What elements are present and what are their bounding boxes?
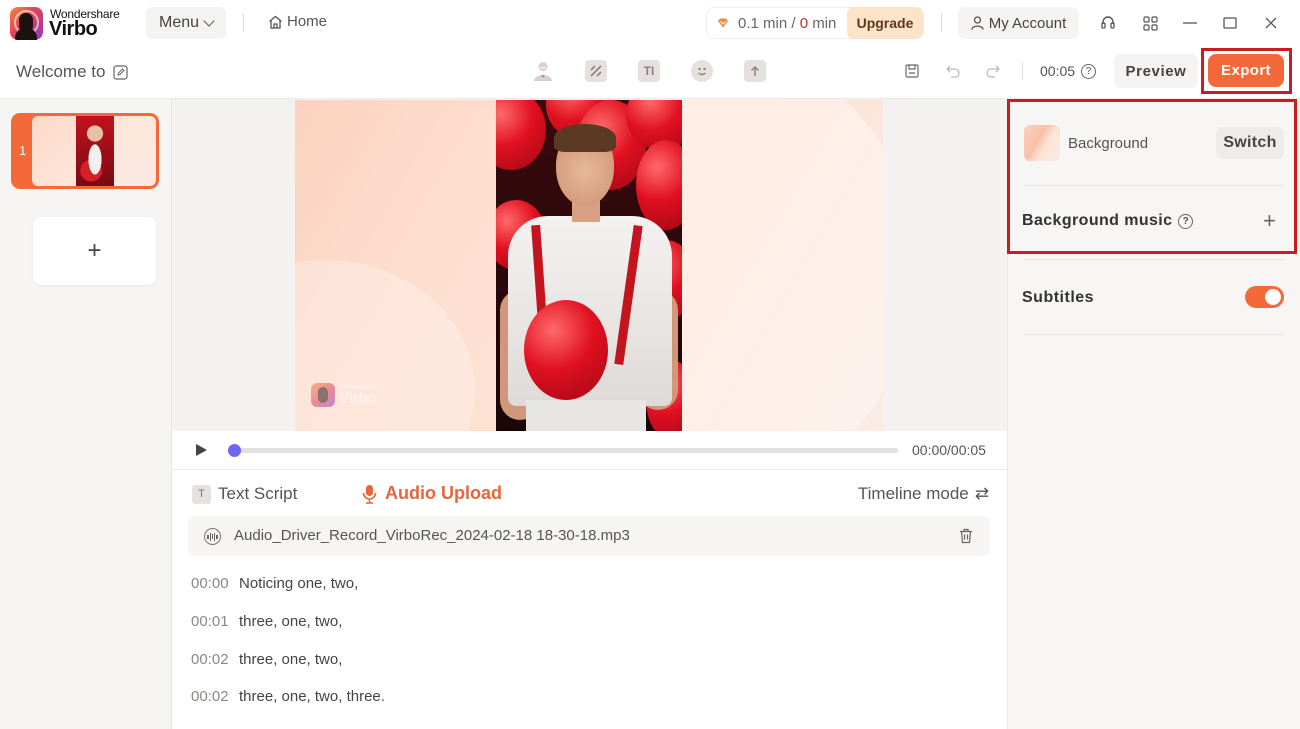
audio-file-name: Audio_Driver_Record_VirboRec_2024-02-18 … [234,527,630,544]
timeline-mode-toggle[interactable]: Timeline mode ⇄ [858,484,989,504]
divider [1024,185,1284,186]
export-button[interactable]: Export [1208,54,1284,87]
slides-panel: 1 + [0,99,172,729]
minimize-icon[interactable] [1180,13,1200,33]
text-icon: T [192,484,211,504]
transcript-text: three, one, two, [239,651,343,668]
usage-text: 0.1 min / 0 min [738,15,837,32]
subtitles-toggle[interactable] [1245,286,1284,308]
project-title[interactable]: Welcome to [16,62,129,82]
slide-preview-image [32,116,156,186]
brand-name: Virbo [49,18,98,40]
add-background-music-button[interactable]: + [1263,210,1276,232]
virbo-logo-icon [10,7,43,40]
divider [941,14,942,32]
divider [1022,62,1023,80]
home-icon [269,15,282,29]
add-slide-button[interactable]: + [33,217,156,285]
transcript-text: Noticing one, two, [239,575,359,592]
chevron-down-icon [203,14,215,27]
user-icon [971,16,984,30]
transcript-line[interactable]: 00:02 three, one, two, three. [191,688,385,705]
script-panel: T Text Script Audio Upload Timeline mode… [172,470,1007,729]
video-canvas[interactable]: Wondershare Virbo [295,100,883,431]
home-link[interactable]: Home [268,13,327,30]
slide-number: 1 [19,143,27,158]
close-icon[interactable] [1261,13,1281,33]
title-bar: Wondershare Virbo Menu Home 0.1 min / 0 … [0,0,1300,46]
editor-toolbar: Welcome to TI 00:05 ? Preview Export [0,46,1300,99]
playback-bar: 00:00/00:05 [172,431,1007,470]
properties-panel: Background Switch Background music ? + S… [1007,99,1300,729]
help-icon[interactable]: ? [1178,213,1194,229]
watermark-logo-icon [311,383,335,407]
swap-icon: ⇄ [974,484,989,503]
edit-icon[interactable] [113,64,129,80]
preview-button[interactable]: Preview [1114,54,1198,88]
background-music-label: Background music ? [1022,212,1194,230]
avatar-icon[interactable] [532,60,554,82]
transcript-time: 00:01 [191,613,229,630]
transcript-text: three, one, two, [239,613,343,630]
transcript-line[interactable]: 00:01 three, one, two, [191,613,342,630]
timeline-mode-label: Timeline mode [857,484,969,503]
transcript-time: 00:02 [191,651,229,668]
project-title-text: Welcome to [16,62,106,81]
account-label: My Account [988,14,1067,32]
apps-grid-icon[interactable] [1140,13,1160,33]
play-icon[interactable] [196,444,207,456]
playback-handle[interactable] [228,444,241,457]
divider [1024,259,1284,260]
undo-icon[interactable] [944,62,962,80]
my-account-button[interactable]: My Account [958,7,1079,39]
transcript-text: three, one, two, three. [239,688,385,705]
maximize-icon[interactable] [1220,13,1240,33]
home-label: Home [287,13,328,30]
tab-text-label: Text Script [218,484,298,503]
tab-audio-upload[interactable]: Audio Upload [362,483,502,504]
transition-icon[interactable] [585,60,607,82]
playback-slider[interactable] [228,444,898,457]
redo-icon[interactable] [984,62,1002,80]
menu-button[interactable]: Menu [146,7,226,39]
transcript-time: 00:00 [191,575,229,592]
trash-icon[interactable] [959,528,973,544]
transcript-line[interactable]: 00:00 Noticing one, two, [191,575,358,592]
playback-time: 00:00/00:05 [912,442,986,458]
microphone-icon [362,484,377,504]
watermark: Wondershare Virbo [311,383,381,407]
headset-icon[interactable] [1098,13,1118,33]
audio-wave-icon [204,528,221,545]
upload-icon[interactable] [744,60,766,82]
subtitles-label: Subtitles [1022,289,1095,306]
usage-indicator: 0.1 min / 0 min Upgrade [706,7,924,39]
menu-label: Menu [158,14,200,31]
tab-audio-label: Audio Upload [385,483,502,503]
switch-background-button[interactable]: Switch [1216,127,1284,159]
help-icon[interactable]: ? [1081,63,1097,79]
tab-text-script[interactable]: T Text Script [192,484,297,504]
background-label: Background [1068,135,1149,152]
divider [243,14,244,32]
canvas-stage: Wondershare Virbo [172,99,1007,431]
avatar-photo[interactable] [496,100,682,431]
transcript-time: 00:02 [191,688,229,705]
duration-value: 00:05 [1040,63,1076,79]
text-icon[interactable]: TI [638,60,660,82]
gem-icon [718,18,728,28]
save-icon[interactable] [903,62,921,80]
background-thumbnail[interactable] [1024,125,1060,161]
audio-file-row: Audio_Driver_Record_VirboRec_2024-02-18 … [188,516,990,556]
divider [1024,334,1284,335]
project-duration: 00:05 ? [1040,63,1097,79]
sticker-icon[interactable] [691,60,713,82]
transcript-line[interactable]: 00:02 three, one, two, [191,651,342,668]
slide-thumbnail[interactable]: 1 [11,113,159,189]
upgrade-button[interactable]: Upgrade [847,7,923,39]
